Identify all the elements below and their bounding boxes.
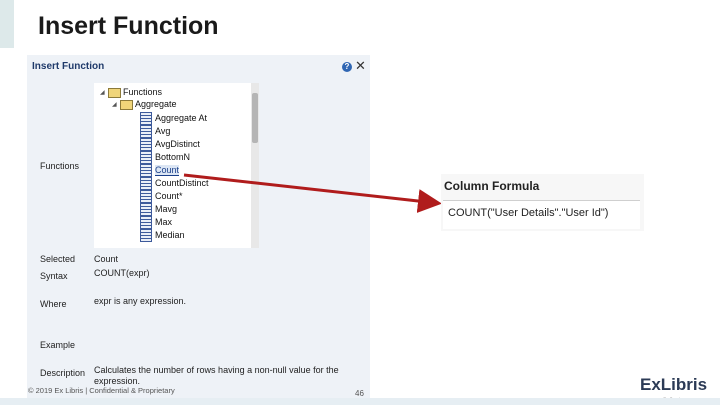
page-number: 46 bbox=[355, 389, 364, 398]
footer-copyright: © 2019 Ex Libris | Confidential & Propri… bbox=[28, 386, 175, 395]
column-formula-panel: Column Formula COUNT("User Details"."Use… bbox=[441, 174, 644, 231]
column-formula-value: COUNT("User Details"."User Id") bbox=[448, 207, 609, 219]
exlibris-logo: ExLibris bbox=[640, 375, 708, 394]
bottom-strip bbox=[0, 398, 720, 405]
column-formula-field[interactable]: COUNT("User Details"."User Id") bbox=[443, 200, 640, 229]
column-formula-title: Column Formula bbox=[444, 179, 540, 193]
